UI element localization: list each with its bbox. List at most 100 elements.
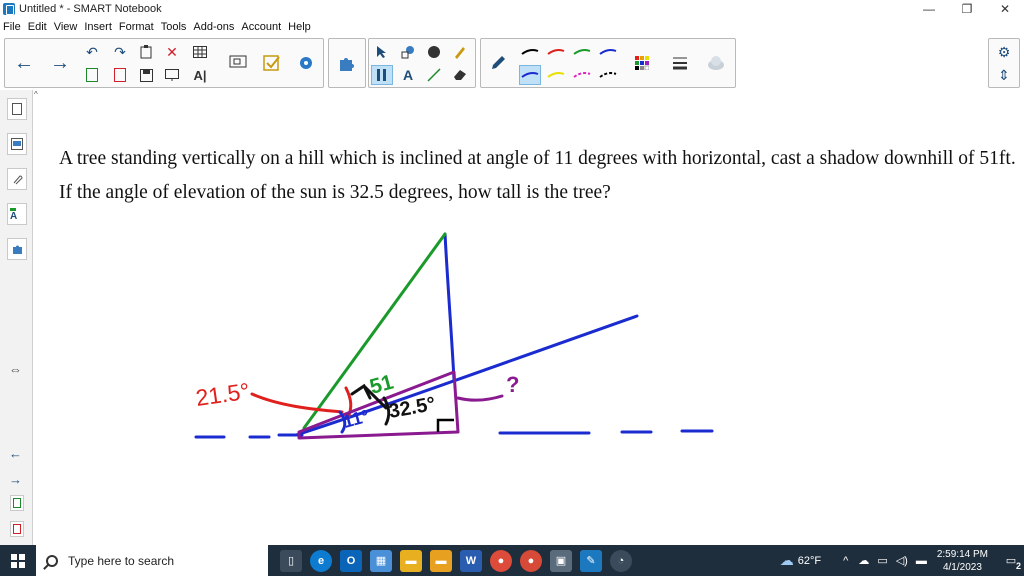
- menu-account[interactable]: Account: [241, 21, 281, 33]
- line-style-button[interactable]: [665, 43, 695, 83]
- gallery-icon: [11, 138, 23, 150]
- shapes-button[interactable]: [397, 42, 419, 62]
- outlook-icon[interactable]: O: [340, 549, 362, 572]
- chrome-profile-icon[interactable]: ●: [520, 549, 542, 572]
- pens-button[interactable]: [371, 65, 393, 85]
- handwriting-recognition-button[interactable]: A|: [189, 65, 211, 85]
- attachments-tab[interactable]: [7, 168, 27, 190]
- pen-style-4-button[interactable]: [597, 42, 619, 62]
- undo-button[interactable]: ↶: [81, 42, 103, 62]
- delete-page-side-button[interactable]: [10, 521, 24, 537]
- paste-icon: [140, 45, 152, 59]
- restore-button[interactable]: ❐: [948, 0, 986, 18]
- toolbar-group-pen-styles: [480, 38, 736, 88]
- pen-stroke-icon: [599, 49, 617, 55]
- menu-insert[interactable]: Insert: [84, 21, 112, 33]
- clock-app-icon[interactable]: ◔: [610, 549, 632, 572]
- start-button[interactable]: [0, 545, 36, 576]
- clock-time: 2:59:14 PM: [936, 548, 988, 560]
- weather-temperature[interactable]: 62°F: [798, 555, 821, 567]
- volume-icon[interactable]: ◁): [896, 554, 908, 567]
- delete-button[interactable]: ✕: [161, 42, 183, 62]
- new-page-side-button[interactable]: [10, 495, 24, 511]
- pens-icon: [377, 69, 386, 81]
- pen-style-5-button[interactable]: [519, 65, 541, 85]
- screen-recorder-icon[interactable]: ▣: [550, 549, 572, 572]
- battery-icon[interactable]: ▬: [916, 555, 927, 567]
- chrome-icon[interactable]: ●: [490, 549, 512, 572]
- response-button[interactable]: [257, 43, 287, 83]
- page-sorter-tab[interactable]: [7, 98, 27, 120]
- scroll-up-icon[interactable]: ^: [34, 90, 44, 100]
- add-ons-tab[interactable]: [7, 238, 27, 260]
- screen-shade-button[interactable]: [161, 65, 183, 85]
- pen-style-7-button[interactable]: [571, 65, 593, 85]
- close-button[interactable]: ✕: [986, 0, 1024, 18]
- smart-notebook-taskbar-icon[interactable]: ✎: [580, 549, 602, 572]
- add-ons-button[interactable]: [291, 43, 321, 83]
- previous-page-icon[interactable]: ←: [9, 446, 22, 461]
- pen-style-3-button[interactable]: [571, 42, 593, 62]
- task-view-icon[interactable]: ▯: [280, 549, 302, 572]
- eraser-icon: [454, 70, 466, 80]
- smart-notebook-window: Untitled * - SMART Notebook — ❐ ✕ File E…: [0, 0, 1024, 576]
- menu-tools[interactable]: Tools: [161, 21, 187, 33]
- folder-icon[interactable]: ▬: [430, 549, 452, 572]
- color-picker-button[interactable]: [627, 43, 657, 83]
- screen-capture-button[interactable]: [223, 43, 253, 83]
- properties-tab[interactable]: A: [7, 203, 27, 225]
- onedrive-icon[interactable]: ☁: [858, 554, 869, 567]
- page-sorter-icon: [12, 103, 22, 115]
- search-placeholder: Type here to search: [68, 553, 175, 568]
- whiteboard-canvas[interactable]: A tree standing vertically on a hill whi…: [34, 90, 1024, 545]
- select-button[interactable]: [371, 42, 393, 62]
- save-button[interactable]: [135, 65, 157, 85]
- word-icon[interactable]: W: [460, 549, 482, 572]
- redo-button[interactable]: ↷: [109, 42, 131, 62]
- fill-button[interactable]: [423, 42, 445, 62]
- edge-icon[interactable]: e: [310, 549, 332, 572]
- previous-page-button[interactable]: ←: [9, 43, 39, 83]
- settings-button[interactable]: ⚙: [993, 42, 1015, 62]
- notifications-button[interactable]: ▭ 2: [998, 545, 1024, 576]
- taskbar-search-box[interactable]: Type here to search: [36, 545, 268, 576]
- pen-style-8-button[interactable]: [597, 65, 619, 85]
- menu-file[interactable]: File: [3, 21, 21, 33]
- network-icon[interactable]: ▭: [877, 554, 887, 567]
- effects-button[interactable]: [701, 43, 731, 83]
- pen-style-6-button[interactable]: [545, 65, 567, 85]
- resize-panel-icon[interactable]: ⇔: [9, 362, 22, 377]
- clock[interactable]: 2:59:14 PM 4/1/2023: [937, 548, 988, 574]
- store-icon[interactable]: ▦: [370, 549, 392, 572]
- windows-logo-icon: [11, 553, 25, 568]
- next-page-icon[interactable]: →: [9, 472, 22, 487]
- weather-cloud-icon[interactable]: ☁: [780, 552, 794, 569]
- new-page-button[interactable]: [81, 65, 103, 85]
- menu-edit[interactable]: Edit: [28, 21, 47, 33]
- move-toolbar-button[interactable]: ⇕: [993, 65, 1015, 85]
- magic-pen-button[interactable]: [449, 42, 471, 62]
- pen-style-2-button[interactable]: [545, 42, 567, 62]
- add-ons-icon: [13, 245, 22, 254]
- gallery-tab[interactable]: [7, 133, 27, 155]
- pen-type-button[interactable]: [483, 43, 513, 83]
- menu-help[interactable]: Help: [288, 21, 311, 33]
- file-explorer-icon[interactable]: ▬: [400, 549, 422, 572]
- pen-style-1-button[interactable]: [519, 42, 541, 62]
- minimize-button[interactable]: —: [910, 0, 948, 18]
- line-tool-button[interactable]: [423, 65, 445, 85]
- next-page-button[interactable]: →: [45, 43, 75, 83]
- insert-table-button[interactable]: [189, 42, 211, 62]
- notification-count: 2: [1015, 561, 1021, 571]
- menu-view[interactable]: View: [54, 21, 78, 33]
- menu-add-ons[interactable]: Add-ons: [193, 21, 234, 33]
- text-tool-button[interactable]: A: [397, 65, 419, 85]
- show-hidden-icons-icon[interactable]: ^: [843, 555, 848, 567]
- menu-format[interactable]: Format: [119, 21, 154, 33]
- page-icon: [86, 68, 98, 82]
- activity-builder-button[interactable]: [332, 43, 362, 83]
- eraser-button[interactable]: [449, 65, 471, 85]
- delete-page-button[interactable]: [109, 65, 131, 85]
- pen-stroke-icon: [547, 72, 565, 78]
- paste-button[interactable]: [135, 42, 157, 62]
